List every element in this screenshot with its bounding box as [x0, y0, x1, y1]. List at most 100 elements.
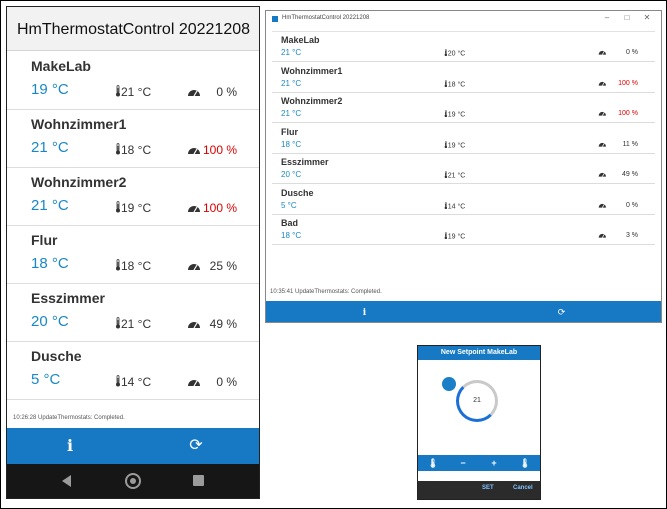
setpoint-temp[interactable]: 18 °C	[281, 140, 301, 149]
room-row[interactable]: Dusche 5 °C 14 °C 0 %	[272, 185, 655, 215]
current-temp-value: 20 °C	[447, 50, 466, 58]
current-temp: 19 °C	[444, 110, 465, 118]
current-temp: 21 °C	[444, 171, 465, 179]
room-name: Wohnzimmer1	[281, 65, 343, 76]
room-name: MakeLab	[281, 35, 320, 45]
valve-value: 49 %	[209, 317, 237, 331]
setpoint-temp[interactable]: 21 °C	[31, 197, 69, 214]
valve-value: 25 %	[209, 259, 237, 273]
back-icon[interactable]	[62, 475, 71, 487]
room-row[interactable]: Bad	[7, 400, 259, 404]
room-row[interactable]: Wohnzimmer2 21 °C 19 °C 100 %	[7, 168, 259, 226]
gauge-icon	[187, 317, 201, 331]
setpoint-temp[interactable]: 21 °C	[281, 79, 301, 88]
refresh-button[interactable]: ⟳	[133, 428, 259, 464]
room-name: Wohnzimmer2	[281, 96, 343, 106]
maximize-icon[interactable]: □	[620, 13, 634, 22]
room-name: Wohnzimmer1	[31, 116, 127, 132]
current-temp: 18 °C	[444, 79, 465, 88]
room-name: Dusche	[281, 187, 314, 198]
current-temp-value: 19 °C	[447, 233, 466, 241]
room-row[interactable]: Bad 18 °C 19 °C 3 %	[272, 215, 655, 245]
room-row[interactable]: Dusche 5 °C 14 °C 0 %	[7, 342, 259, 400]
info-button[interactable]: i	[266, 301, 463, 322]
dialog-toolbar: 🌡 − + 🌡	[418, 455, 540, 471]
refresh-button[interactable]: ⟳	[463, 301, 660, 322]
gauge-icon	[187, 143, 201, 157]
valve-value: 0 %	[625, 49, 638, 56]
valve-value: 3 %	[625, 232, 638, 239]
current-temp-value: 19 °C	[447, 111, 466, 119]
room-row[interactable]: Wohnzimmer1 21 °C 18 °C 100 %	[272, 63, 655, 93]
window-title: HmThermostatControl 20221208	[282, 15, 370, 21]
android-phone: HmThermostatControl 20221208 MakeLab 19 °…	[6, 6, 260, 499]
bottom-toolbar: i ⟳	[7, 428, 259, 464]
set-button[interactable]: SET	[482, 485, 494, 491]
setpoint-temp[interactable]: 18 °C	[31, 255, 69, 272]
valve-position: 100 %	[187, 143, 237, 157]
setpoint-temp[interactable]: 20 °C	[31, 313, 69, 330]
gauge-icon	[598, 110, 607, 117]
current-temp: 19 °C	[444, 140, 465, 149]
gauge-icon	[598, 80, 607, 87]
home-icon[interactable]	[125, 473, 141, 489]
android-nav-bar	[7, 464, 259, 498]
current-temp-value: 21 °C	[121, 317, 152, 331]
recents-icon[interactable]	[193, 475, 204, 486]
setpoint-temp[interactable]: 21 °C	[281, 48, 301, 57]
room-row[interactable]: Flur 18 °C 18 °C 25 %	[7, 226, 259, 284]
room-row[interactable]: MakeLab 21 °C 20 °C 0 %	[272, 32, 655, 62]
screenshot-frame: HmThermostatControl 20221208 MakeLab 19 °…	[0, 0, 667, 509]
setpoint-temp[interactable]: 18 °C	[281, 231, 301, 240]
setpoint-temp[interactable]: 5 °C	[281, 201, 297, 210]
room-row[interactable]: Esszimmer 20 °C 21 °C 49 %	[272, 154, 655, 184]
valve-position: 11 %	[598, 141, 638, 148]
gauge-icon	[598, 171, 607, 178]
valve-position: 49 %	[598, 171, 638, 178]
setpoint-temp[interactable]: 5 °C	[31, 371, 60, 388]
current-temp-value: 21 °C	[121, 85, 152, 99]
room-list[interactable]: MakeLab 19 °C 21 °C 0 % Wohnzimmer1 21 °C 18 °…	[7, 52, 259, 404]
room-name: Esszimmer	[281, 157, 329, 167]
current-temp: 18 °C	[115, 259, 151, 273]
thermometer-icon: 🌡	[427, 458, 439, 468]
room-name: MakeLab	[31, 58, 91, 74]
setpoint-temp[interactable]: 19 °C	[31, 81, 69, 98]
cancel-button[interactable]: Cancel	[513, 485, 533, 491]
valve-position: 3 %	[598, 232, 638, 239]
thermometer-high-button[interactable]: 🌡	[510, 455, 540, 471]
setpoint-temp[interactable]: 21 °C	[31, 139, 69, 156]
status-text: 10:26:28 UpdateThermostats: Completed.	[13, 415, 125, 421]
minus-button[interactable]: −	[448, 455, 478, 471]
valve-position: 0 %	[598, 202, 638, 209]
minimize-icon[interactable]: –	[600, 13, 614, 22]
app-title: HmThermostatControl 20221208	[17, 21, 251, 38]
gauge-icon	[187, 85, 201, 99]
valve-value: 100 %	[202, 143, 237, 157]
setpoint-temp[interactable]: 20 °C	[281, 170, 301, 179]
setpoint-dialog: New Setpoint MakeLab 21 🌡 − + 🌡 SET Canc…	[417, 345, 541, 500]
room-row[interactable]: MakeLab 19 °C 21 °C 0 %	[7, 52, 259, 110]
refresh-icon: ⟳	[189, 437, 203, 454]
info-button[interactable]: i	[7, 428, 133, 464]
bottom-toolbar: i ⟳	[266, 301, 661, 322]
window-titlebar[interactable]: HmThermostatControl 20221208 – □ ✕	[266, 11, 661, 27]
valve-value: 11 %	[622, 140, 638, 148]
room-row[interactable]: Wohnzimmer2 21 °C 19 °C 100 %	[272, 93, 655, 123]
room-row[interactable]: Wohnzimmer1 21 °C 18 °C 100 %	[7, 110, 259, 168]
dial-handle[interactable]	[442, 377, 456, 391]
room-row[interactable]: Flur 18 °C 19 °C 11 %	[272, 124, 655, 154]
close-icon[interactable]: ✕	[640, 13, 654, 22]
plus-button[interactable]: +	[479, 455, 509, 471]
thermometer-low-button[interactable]: 🌡	[418, 455, 448, 471]
setpoint-temp[interactable]: 21 °C	[281, 109, 301, 118]
current-temp-value: 14 °C	[447, 202, 466, 210]
valve-position: 0 %	[187, 85, 237, 99]
current-temp: 14 °C	[115, 375, 151, 389]
valve-position: 49 %	[187, 317, 237, 331]
room-row[interactable]: Esszimmer 20 °C 21 °C 49 %	[7, 284, 259, 342]
valve-position: 25 %	[187, 259, 237, 273]
room-name: Bad	[281, 218, 299, 228]
room-list[interactable]: MakeLab 21 °C 20 °C 0 % Wohnzimmer1 21 °C 18 °…	[272, 31, 655, 279]
current-temp: 19 °C	[115, 201, 151, 215]
